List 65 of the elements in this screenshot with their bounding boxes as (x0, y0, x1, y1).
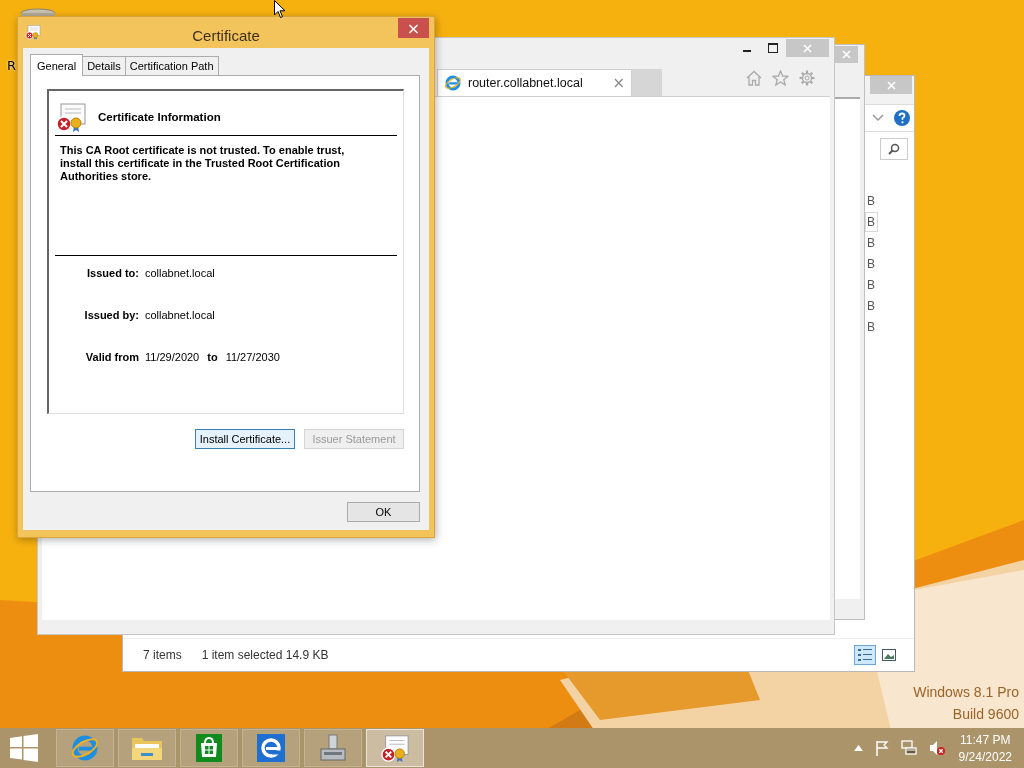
field-value: collabnet.local (145, 266, 215, 279)
browser-logo-icon (70, 733, 100, 763)
browser-tab[interactable]: router.collabnet.local × (437, 69, 632, 96)
close-icon (803, 43, 812, 53)
section-heading: Certificate Information (98, 111, 221, 123)
taskbar-button[interactable] (118, 729, 176, 767)
close-icon (886, 80, 896, 90)
computer-icon (318, 733, 348, 763)
file-size-cell-text: B (866, 255, 876, 273)
status-text: 7 items (143, 648, 182, 662)
close-button[interactable] (835, 46, 858, 63)
desktop-icon-label[interactable]: R (7, 58, 17, 73)
install-button[interactable]: Install Certificate... (195, 429, 295, 449)
certificate-icon (55, 101, 87, 133)
field-label: Issued by: (83, 308, 140, 321)
taskbar-button[interactable] (366, 729, 424, 767)
close-button[interactable] (870, 76, 912, 94)
window-title: Certificate (192, 27, 260, 44)
status-text: 1 item selected 14.9 KB (201, 648, 329, 662)
trust-message: This CA Root certificate is not trusted. To enable trust, install this certificate in the Trusted Root Certification Authorities store. (60, 144, 346, 184)
help-icon[interactable] (894, 110, 910, 126)
tab[interactable]: Certification Path (124, 56, 219, 75)
details-view-button[interactable] (854, 645, 876, 665)
file-size-cell-text: B (866, 318, 876, 336)
cursor-icon (274, 0, 286, 19)
star-icon[interactable] (772, 70, 789, 86)
close-button[interactable]: × (398, 18, 429, 38)
certificate-icon (25, 24, 41, 40)
caret-icon[interactable] (853, 745, 863, 751)
watermark-text: Build 9600 (952, 706, 1019, 722)
taskbar-button[interactable] (180, 729, 238, 767)
search-icon (888, 143, 900, 155)
field-label: Valid from (84, 350, 140, 363)
shopping-bag-icon (196, 734, 222, 762)
speaker-muted-icon[interactable] (928, 740, 945, 756)
taskbar-button[interactable] (242, 729, 300, 767)
tab-close-button[interactable]: × (612, 74, 625, 92)
file-size-cell-text: B (866, 297, 876, 315)
certificate-icon (380, 733, 410, 763)
browser-tile-icon (257, 734, 285, 762)
windows-logo-icon[interactable] (10, 734, 38, 762)
field-label: Issued to: (86, 266, 140, 279)
maximize-icon (768, 43, 778, 53)
field-value: collabnet.local (145, 308, 215, 321)
watermark-text: Windows 8.1 Pro (913, 684, 1019, 700)
browser-logo-icon (444, 74, 462, 92)
minimize-icon (743, 50, 751, 52)
network-icon[interactable] (900, 740, 917, 756)
settings-icon[interactable] (799, 70, 815, 86)
home-icon[interactable] (746, 70, 762, 86)
search-field[interactable] (880, 138, 908, 160)
chevron-icon[interactable] (872, 114, 884, 122)
file-size-cell-text: B (866, 192, 876, 210)
taskbar-button[interactable] (304, 729, 362, 767)
close-icon (842, 50, 851, 59)
file-size-cell: B (865, 211, 878, 232)
field-label: to (207, 350, 218, 363)
ok-button[interactable]: OK (347, 502, 420, 522)
field-value: 11/29/2020 (145, 350, 200, 363)
tab[interactable]: General (30, 54, 84, 76)
tab-title: router.collabnet.local (468, 76, 584, 90)
file-size-cell-text: B (866, 234, 876, 252)
flag-icon[interactable] (874, 740, 889, 756)
file-size-cell-text: B (866, 276, 876, 294)
field-value: 11/27/2030 (225, 350, 280, 363)
